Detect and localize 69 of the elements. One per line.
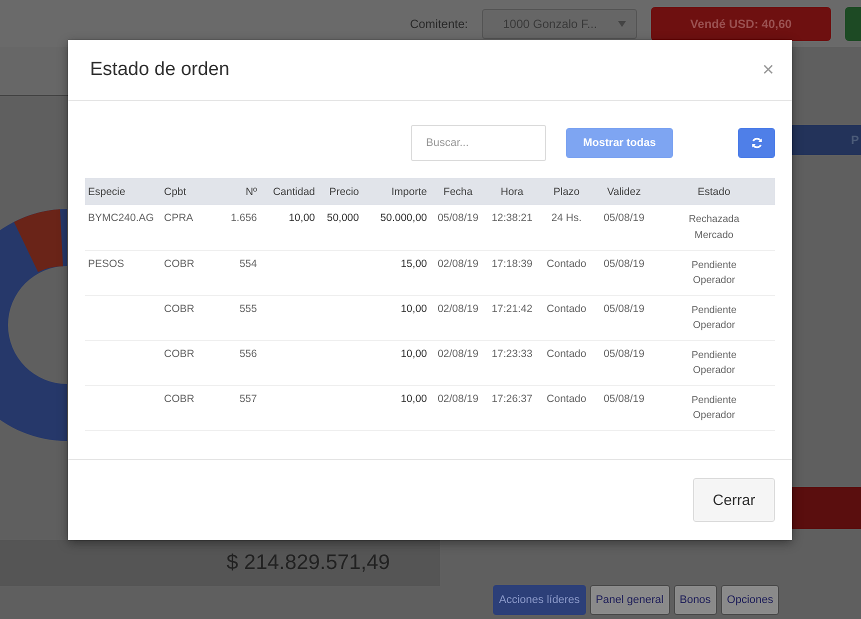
table-cell: 05/08/19 — [604, 302, 644, 314]
table-cell: 05/08/19 — [604, 258, 644, 270]
close-button[interactable]: Cerrar — [693, 478, 775, 522]
table-cell: COBR — [164, 348, 194, 360]
column-header: Estado — [653, 178, 775, 205]
refresh-button[interactable] — [738, 128, 775, 158]
table-cell: 10,00 — [288, 212, 315, 224]
search-field[interactable]: Buscar... — [411, 125, 546, 161]
table-cell: 554 — [239, 258, 257, 270]
table-cell: 10,00 — [400, 348, 427, 360]
client-label: Comitente: — [410, 16, 468, 30]
panel-tab[interactable]: Opciones — [720, 585, 780, 615]
table-cell: 24 Hs. — [551, 212, 582, 224]
refresh-icon — [750, 137, 762, 149]
table-cell: 17:21:42 — [492, 302, 532, 314]
show-all-button[interactable]: Mostrar todas — [566, 128, 673, 158]
table-cell: BYMC240.AG — [88, 212, 154, 224]
table-cell: 10,00 — [400, 302, 427, 314]
caret-icon — [618, 20, 626, 26]
column-header: Nº — [205, 178, 260, 205]
table-cell: 556 — [239, 348, 257, 360]
table-cell-text: Pendiente Operador — [690, 304, 738, 333]
table-cell: Contado — [546, 348, 586, 360]
table-cell: 557 — [239, 392, 257, 404]
table-cell: COBR — [164, 302, 194, 314]
table-cell: 50.000,00 — [380, 212, 427, 224]
table-cell: 17:23:33 — [492, 348, 532, 360]
column-header: Especie — [85, 178, 161, 205]
column-header: Precio — [318, 178, 362, 205]
table-cell: Contado — [546, 302, 586, 314]
column-header: Cantidad — [260, 178, 318, 205]
table-cell: 05/08/19 — [604, 348, 644, 360]
table-cell: 02/08/19 — [438, 348, 478, 360]
table-cell: 1.656 — [230, 212, 257, 224]
table-cell: 15,00 — [400, 258, 427, 270]
table-cell: 10,00 — [400, 392, 427, 404]
table-cell: COBR — [164, 392, 194, 404]
table-cell: 17:26:37 — [492, 392, 532, 404]
table-cell-text: Pendiente Operador — [690, 394, 738, 423]
column-header: Importe — [362, 178, 430, 205]
column-header: Plazo — [538, 178, 595, 205]
table-cell: 02/08/19 — [438, 258, 478, 270]
table-cell: 05/08/19 — [604, 392, 644, 404]
table-cell: 05/08/19 — [438, 212, 478, 224]
table-cell: COBR — [164, 258, 194, 270]
table-cell: 555 — [239, 302, 257, 314]
panel-tab[interactable]: Acciones líderes — [493, 585, 586, 615]
buy-button[interactable] — [845, 6, 861, 40]
table-cell: 05/08/19 — [604, 212, 644, 224]
table-cell-text: Rechazada Mercado — [688, 213, 740, 242]
table-cell: PESOS — [88, 258, 124, 270]
table-cell-text: Pendiente Operador — [690, 348, 738, 378]
table-cell: 17:18:39 — [492, 258, 532, 270]
column-header: Hora — [486, 178, 538, 205]
table-cell: 02/08/19 — [438, 302, 478, 314]
table-cell: Contado — [546, 258, 586, 270]
table-cell: 02/08/19 — [438, 392, 478, 404]
panel-tab[interactable]: Panel general — [590, 585, 670, 615]
panel-tab[interactable]: Bonos — [674, 585, 717, 615]
dialog-title: Estado de orden — [90, 59, 230, 81]
table-cell: Contado — [546, 392, 586, 404]
sell-button[interactable]: Vendé USD: 40,60 — [651, 6, 831, 40]
table-cell-text: Pendiente Operador — [690, 258, 738, 288]
column-header: Cpbt — [161, 178, 205, 205]
column-header: Validez — [595, 178, 653, 205]
table-cell: CPRA — [164, 212, 194, 224]
table-cell: 12:38:21 — [492, 212, 532, 224]
column-header: Fecha — [430, 178, 486, 205]
table-cell: 50,000 — [326, 212, 359, 224]
